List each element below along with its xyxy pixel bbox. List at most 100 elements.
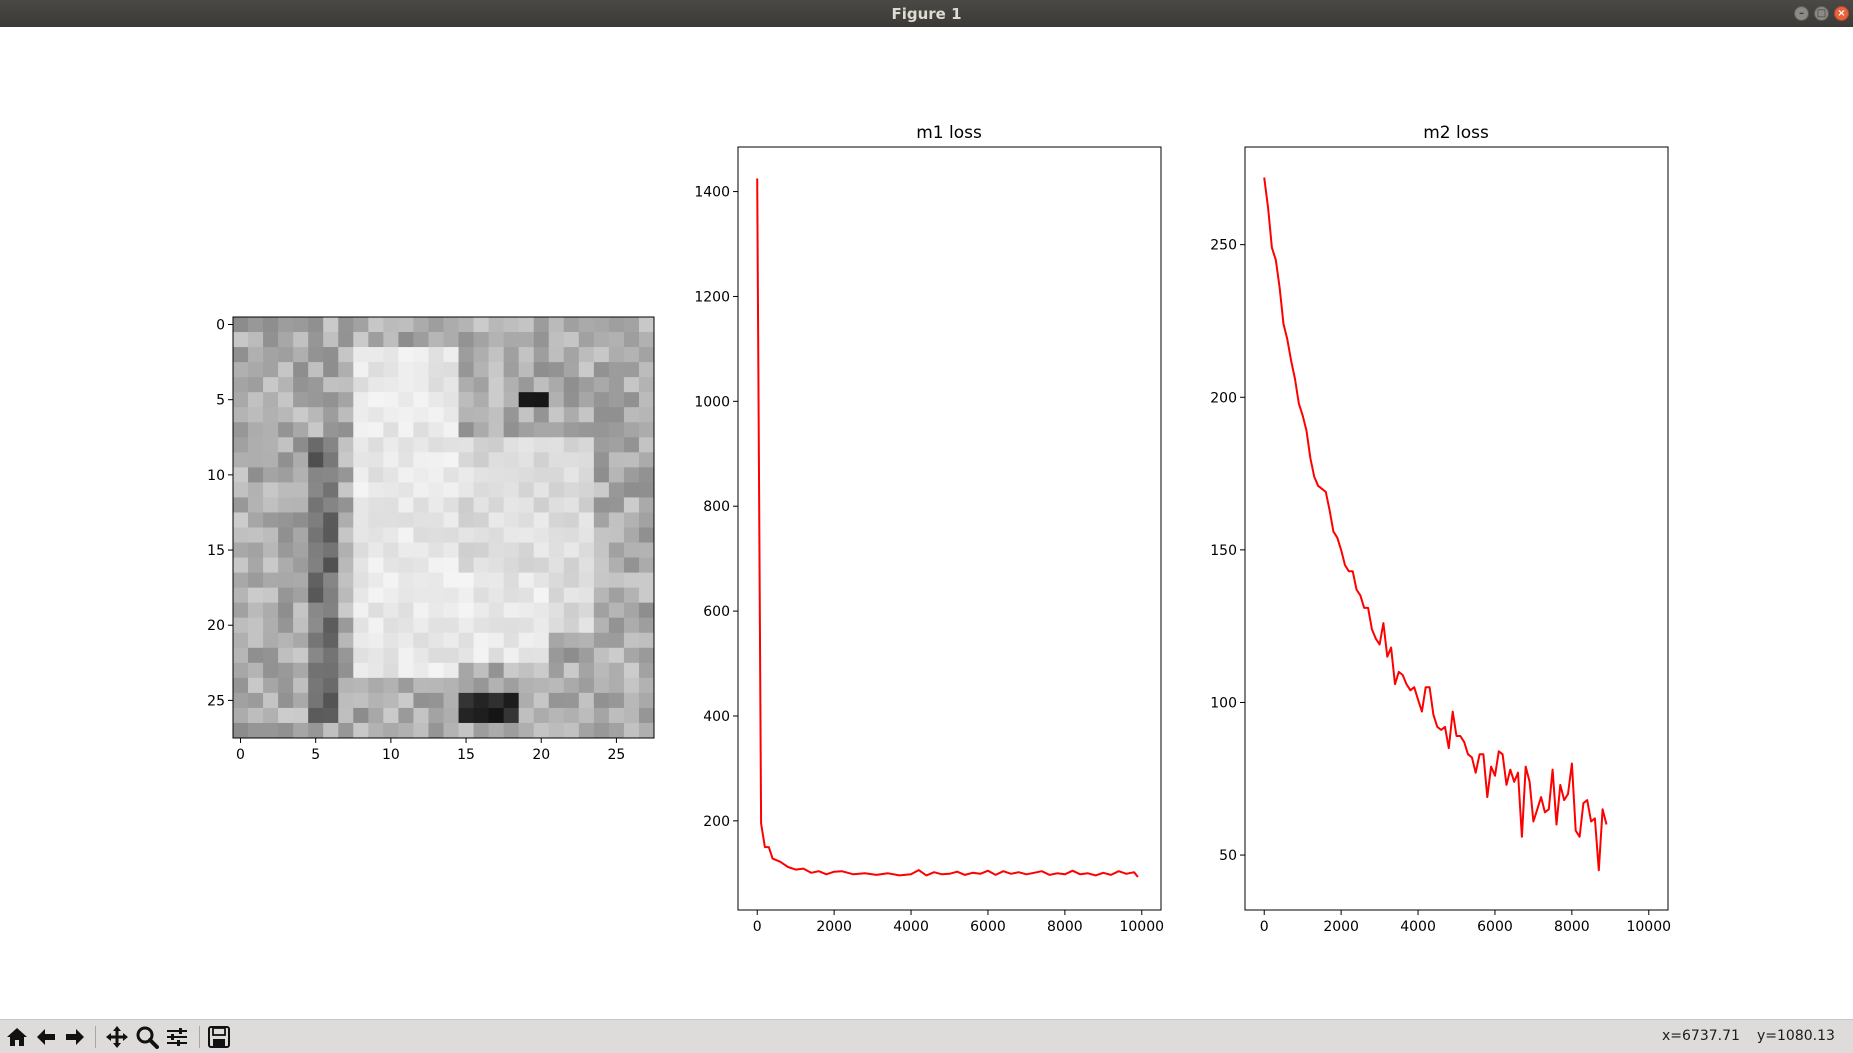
image-pixel — [443, 377, 460, 393]
image-pixel — [593, 587, 610, 604]
image-pixel — [293, 647, 309, 664]
image-pixel — [518, 482, 535, 498]
image-pixel — [563, 617, 580, 634]
image-pixel — [518, 587, 535, 604]
image-pixel — [473, 542, 490, 559]
image-pixel — [563, 587, 580, 604]
image-pixel — [293, 557, 309, 574]
image-pixel — [563, 632, 580, 649]
image-pixel — [278, 437, 294, 453]
image-pixel — [293, 482, 309, 498]
image-pixel — [503, 482, 520, 498]
configure-subplots-icon[interactable] — [163, 1023, 191, 1051]
image-pixel — [518, 647, 535, 664]
image-pixel — [623, 317, 640, 333]
back-arrow-icon[interactable] — [32, 1023, 60, 1051]
image-pixel — [563, 332, 580, 348]
close-icon[interactable]: × — [1834, 6, 1849, 21]
image-pixel — [578, 512, 595, 528]
image-pixel — [323, 407, 339, 423]
image-pixel — [233, 662, 249, 679]
image-pixel — [503, 467, 520, 483]
image-pixel — [248, 692, 264, 709]
image-pixel — [443, 542, 460, 559]
image-pixel — [383, 332, 399, 348]
m1-loss-subplot: m1 loss 0 2000 4000 6000 8000 10000 200 400 600 8… — [694, 123, 1164, 935]
image-pixel — [398, 527, 414, 544]
image-pixel — [353, 407, 369, 423]
image-pixel — [383, 422, 399, 438]
image-pixel — [593, 527, 610, 544]
image-pixel — [503, 662, 520, 679]
image-pixel — [338, 422, 354, 438]
image-pixel — [428, 632, 444, 649]
image-pixel — [248, 617, 264, 634]
image-pixel — [593, 332, 610, 348]
image-pixel — [608, 722, 625, 739]
image-pixel — [458, 407, 475, 423]
m1-loss-y-tick-label: 1000 — [694, 394, 730, 410]
image-pixel — [263, 317, 279, 333]
image-pixel — [413, 482, 429, 498]
home-icon[interactable] — [3, 1023, 31, 1051]
m2-loss-y-tick-label: 200 — [1210, 390, 1237, 406]
image-pixel — [638, 482, 655, 498]
image-pixel — [473, 332, 490, 348]
image-pixel — [323, 497, 339, 513]
image-pixel — [518, 572, 535, 589]
image-pixel — [353, 467, 369, 483]
pan-icon[interactable] — [103, 1023, 131, 1051]
image-pixel — [323, 632, 339, 649]
figure-canvas[interactable]: 0 5 10 15 20 250510152025 m1 loss 0 2000 4000 60… — [0, 27, 1853, 1019]
image-pixel — [533, 317, 550, 333]
image-pixel — [278, 602, 294, 619]
image-pixel — [398, 707, 414, 724]
zoom-icon[interactable] — [133, 1023, 161, 1051]
image-pixel — [338, 632, 354, 649]
image-pixel — [608, 572, 625, 589]
image-pixel — [248, 587, 264, 604]
m1-loss-y-tick-label: 1200 — [694, 289, 730, 305]
m2-loss-x-tick-label: 10000 — [1626, 919, 1671, 935]
image-pixel — [248, 407, 264, 423]
image-pixel — [578, 722, 595, 739]
forward-arrow-icon[interactable] — [61, 1023, 89, 1051]
image-pixel — [338, 362, 354, 378]
image-pixel — [398, 437, 414, 453]
image-pixel — [473, 692, 490, 709]
image-pixel — [428, 452, 444, 468]
image-y-tick-label: 15 — [207, 543, 225, 559]
image-pixel — [443, 662, 460, 679]
image-pixel — [608, 392, 625, 408]
minimize-icon[interactable]: – — [1794, 6, 1809, 21]
image-pixel — [338, 317, 354, 333]
image-pixel — [563, 482, 580, 498]
image-pixel — [473, 392, 490, 408]
image-pixel — [548, 542, 565, 559]
image-pixel — [518, 707, 535, 724]
image-pixel — [353, 332, 369, 348]
image-pixel — [413, 332, 429, 348]
image-pixel — [323, 482, 339, 498]
image-pixel — [533, 407, 550, 423]
image-pixel — [548, 647, 565, 664]
image-pixel — [368, 662, 384, 679]
image-pixel — [278, 542, 294, 559]
save-icon[interactable] — [205, 1023, 233, 1051]
image-pixel — [443, 467, 460, 483]
image-pixel — [263, 722, 279, 739]
image-pixel — [593, 542, 610, 559]
m1-loss-title: m1 loss — [916, 123, 982, 143]
image-pixel — [308, 332, 324, 348]
image-pixel — [608, 557, 625, 574]
image-pixel — [428, 617, 444, 634]
image-pixel — [518, 362, 535, 378]
image-pixel — [548, 677, 565, 694]
image-pixel — [413, 707, 429, 724]
image-pixel — [443, 362, 460, 378]
image-pixel — [563, 467, 580, 483]
image-pixel — [563, 602, 580, 619]
maximize-icon[interactable]: □ — [1814, 6, 1829, 21]
image-pixel — [428, 362, 444, 378]
image-pixel — [473, 482, 490, 498]
